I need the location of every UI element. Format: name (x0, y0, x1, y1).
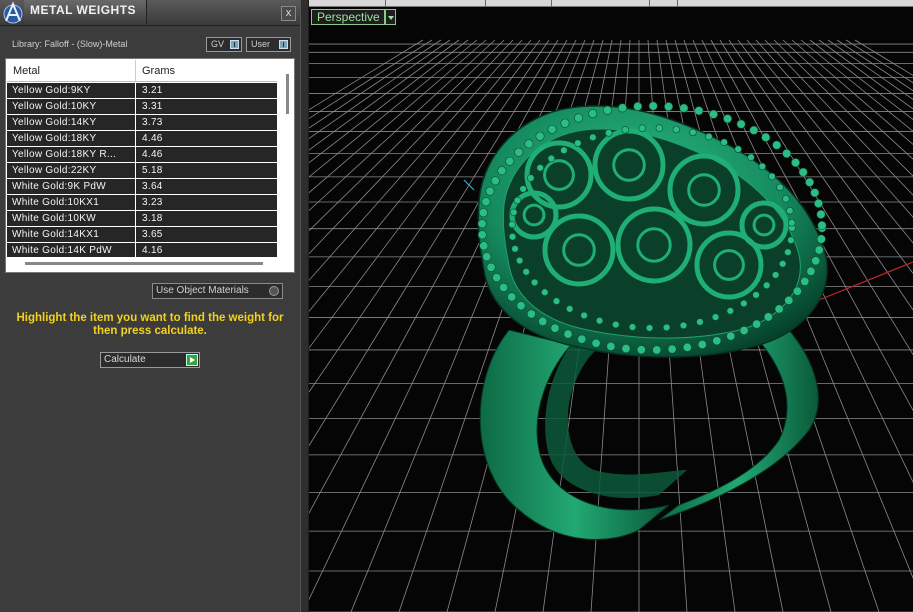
table-row[interactable]: Yellow Gold:18KY 4.46 (7, 131, 277, 147)
grams-cell: 3.21 (142, 85, 163, 96)
grams-cell: 3.18 (142, 213, 163, 224)
app-logo-icon (3, 1, 23, 24)
table-row[interactable]: Yellow Gold:14KY 3.73 (7, 115, 277, 131)
table-row[interactable]: Yellow Gold:9KY 3.21 (7, 83, 277, 99)
app-root: METAL WEIGHTS x Library: Falloff - (Slow… (0, 0, 913, 612)
toggle-indicator-icon (269, 286, 279, 296)
grams-cell: 5.18 (142, 165, 163, 176)
metal-weights-panel: METAL WEIGHTS x Library: Falloff - (Slow… (0, 0, 300, 612)
metal-cell: White Gold:10KX1 (12, 197, 100, 208)
table-row[interactable]: Yellow Gold:10KY 3.31 (7, 99, 277, 115)
grams-cell: 3.23 (142, 197, 163, 208)
table-row[interactable]: Yellow Gold:18KY R... 4.46 (7, 147, 277, 163)
vertical-scrollbar[interactable] (282, 60, 294, 256)
use-object-materials-toggle[interactable]: Use Object Materials (152, 283, 283, 299)
user-library-button[interactable]: User (246, 37, 291, 52)
play-arrow-icon (186, 354, 198, 366)
view-name-label[interactable]: Perspective (311, 9, 385, 25)
3d-viewport[interactable]: Perspective (309, 0, 913, 612)
grams-cell: 4.46 (142, 149, 163, 160)
table-row[interactable]: White Gold:9K PdW 3.64 (7, 179, 277, 195)
use-object-materials-label: Use Object Materials (156, 285, 249, 296)
calculate-label: Calculate (104, 354, 146, 365)
table-header: Metal Grams (7, 60, 277, 82)
grams-cell: 4.16 (142, 245, 163, 256)
column-header-metal[interactable]: Metal (13, 65, 40, 77)
metal-cell: Yellow Gold:14KY (12, 117, 97, 128)
table-row[interactable]: Yellow Gold:22KY 5.18 (7, 163, 277, 179)
user-library-label: User (251, 39, 271, 49)
table-row[interactable]: White Gold:10KW 3.18 (7, 211, 277, 227)
metal-table: Metal Grams Yellow Gold:9KY 3.21 Yellow Go… (5, 58, 295, 273)
library-label: Library: Falloff - (Slow)-Metal (12, 39, 128, 49)
scroll-thumb[interactable] (286, 74, 289, 114)
ring-model (477, 101, 828, 540)
close-button[interactable]: x (281, 6, 296, 21)
metal-cell: Yellow Gold:10KY (12, 101, 97, 112)
panel-title: METAL WEIGHTS (30, 3, 137, 17)
y-axis-line (463, 179, 475, 191)
grams-cell: 3.73 (142, 117, 163, 128)
view-dropdown-chevron-icon[interactable] (385, 9, 396, 25)
panel-titlebar: METAL WEIGHTS x (0, 0, 300, 26)
table-row[interactable]: White Gold:10KX1 3.23 (7, 195, 277, 211)
info-indicator-icon (279, 40, 288, 49)
metal-cell: White Gold:14KX1 (12, 229, 100, 240)
grams-cell: 3.64 (142, 181, 163, 192)
metal-cell: White Gold:10KW (12, 213, 96, 224)
metal-cell: White Gold:14K PdW (12, 245, 112, 256)
metal-cell: Yellow Gold:18KY R... (12, 149, 117, 160)
instruction-text: Highlight the item you want to find the … (16, 312, 284, 337)
scroll-thumb[interactable] (25, 262, 263, 265)
column-header-grams[interactable]: Grams (142, 65, 175, 77)
gv-library-label: GV (211, 39, 225, 49)
horizontal-scrollbar[interactable] (7, 257, 293, 271)
panel-splitter[interactable] (300, 0, 309, 612)
info-indicator-icon (230, 40, 239, 49)
scene-canvas (309, 39, 913, 612)
grams-cell: 3.65 (142, 229, 163, 240)
metal-cell: Yellow Gold:9KY (12, 85, 91, 96)
metal-cell: White Gold:9K PdW (12, 181, 107, 192)
calculate-button[interactable]: Calculate (100, 352, 200, 368)
metal-cell: Yellow Gold:22KY (12, 165, 97, 176)
x-axis-line (818, 261, 913, 301)
grams-cell: 4.46 (142, 133, 163, 144)
table-body: Yellow Gold:9KY 3.21 Yellow Gold:10KY 3.31 Y… (7, 83, 277, 259)
gv-library-button[interactable]: GV (206, 37, 242, 52)
grams-cell: 3.31 (142, 101, 163, 112)
table-row[interactable]: White Gold:14KX1 3.65 (7, 227, 277, 243)
metal-cell: Yellow Gold:18KY (12, 133, 97, 144)
